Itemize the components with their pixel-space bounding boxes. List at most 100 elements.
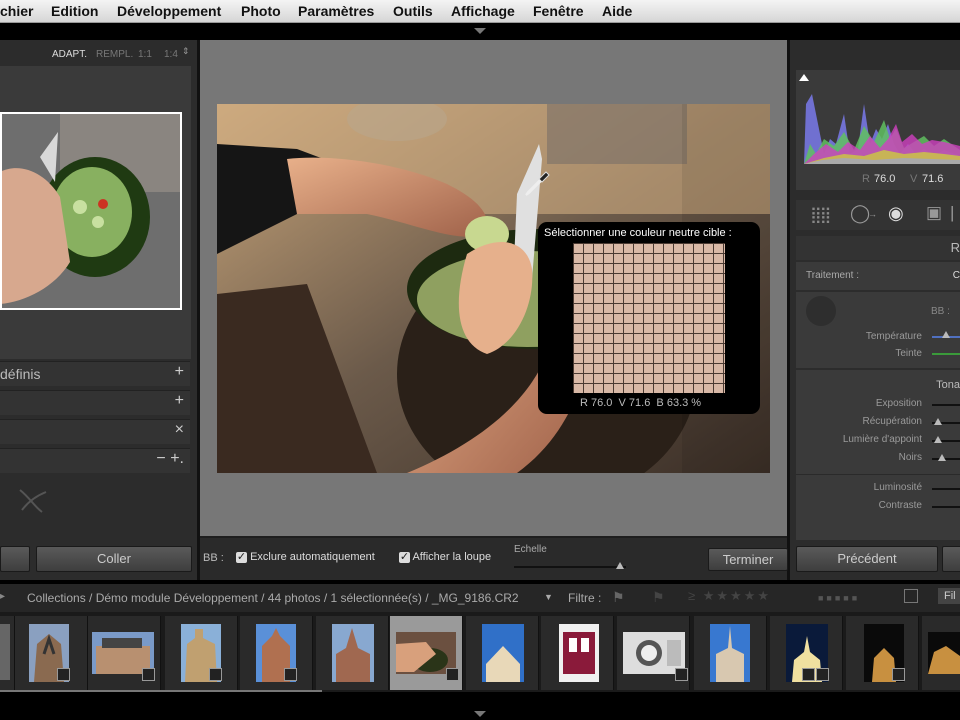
filmstrip-thumbnail[interactable] (770, 616, 843, 690)
treatment-color-option[interactable]: C (953, 270, 960, 281)
recovery-slider-knob[interactable] (934, 418, 942, 425)
menu-settings[interactable]: Paramètres (298, 3, 374, 19)
add-snapshot-icon[interactable]: + (175, 392, 184, 410)
star-rating-filter[interactable]: ≥ ★★★★★ (688, 588, 771, 604)
panel-end-ornament-icon (19, 489, 47, 513)
toolbar: BB : ✓ Exclure automatiquement ✓ Affiche… (200, 538, 788, 580)
filmstrip-thumbnail[interactable] (0, 616, 15, 690)
menu-bar: chier Edition Développement Photo Paramè… (0, 0, 960, 23)
recovery-label: Récupération (862, 416, 922, 427)
temperature-label: Température (865, 331, 922, 342)
blacks-slider-knob[interactable] (938, 454, 946, 461)
crop-tool-icon[interactable]: ⣿⣿ (810, 205, 831, 225)
copy-button[interactable] (0, 546, 30, 572)
filter-toggle-icon[interactable] (904, 589, 918, 603)
wb-eyedropper-icon[interactable] (806, 296, 836, 326)
filmstrip-thumbnail[interactable] (88, 616, 161, 690)
zoom-1-1-option[interactable]: 1:1 (138, 49, 152, 60)
reset-button[interactable] (942, 546, 960, 572)
flag-filter-icon[interactable]: ⚑ (612, 589, 625, 606)
filmstrip-thumbnail[interactable] (316, 616, 389, 690)
thumbnail-image (928, 632, 960, 674)
menu-develop[interactable]: Développement (117, 3, 221, 19)
histogram-v-label: V (910, 173, 918, 185)
brightness-slider[interactable] (932, 488, 960, 490)
filmstrip-thumbnail[interactable] (617, 616, 690, 690)
filmstrip-thumbnail[interactable] (240, 616, 313, 690)
paste-button[interactable]: Coller (36, 546, 192, 572)
fill-light-slider-knob[interactable] (934, 436, 942, 443)
edited-badge-icon (446, 668, 459, 681)
menu-help[interactable]: Aide (602, 3, 632, 19)
collapse-filmstrip-icon[interactable] (474, 711, 486, 717)
contrast-slider[interactable] (932, 506, 960, 508)
wb-label-right: BB : (931, 306, 950, 317)
navigator-preview-image[interactable] (0, 112, 182, 310)
filmstrip-thumbnail[interactable] (466, 616, 539, 690)
neutral-color-loupe: Sélectionner une couleur neutre cible : … (538, 222, 760, 414)
top-panel-toggle-strip (0, 23, 960, 40)
basic-panel-header[interactable]: R (796, 236, 960, 260)
menu-view[interactable]: Affichage (451, 3, 515, 19)
histogram-r-label: R (862, 173, 870, 185)
exposure-slider[interactable] (932, 404, 960, 406)
brightness-label: Luminosité (873, 482, 922, 493)
snapshots-row[interactable]: + (0, 390, 190, 415)
blacks-slider[interactable] (932, 458, 960, 460)
menu-edit[interactable]: Edition (51, 3, 98, 19)
filmstrip-path[interactable]: Collections / Démo module Développement … (27, 591, 519, 605)
filmstrip-thumbnail[interactable] (922, 616, 960, 690)
filmstrip-thumbnail[interactable] (165, 616, 238, 690)
add-preset-icon[interactable]: + (175, 363, 184, 381)
graduated-filter-icon[interactable]: ▣ (926, 203, 942, 223)
histogram-graph (804, 94, 960, 164)
histogram: R 76.0 V 71.6 (796, 70, 960, 190)
filmstrip-nav-arrow-icon[interactable]: ▸ (0, 591, 5, 602)
adjustment-brush-icon[interactable]: | (950, 203, 954, 223)
tint-label: Teinte (895, 348, 922, 359)
menu-photo[interactable]: Photo (241, 3, 281, 19)
tint-slider[interactable] (932, 353, 960, 355)
color-label-filter[interactable]: ■■■■■ (818, 593, 860, 603)
red-eye-icon[interactable]: ◉ (888, 203, 904, 224)
menu-tools[interactable]: Outils (393, 3, 433, 19)
collections-row[interactable]: − +. (0, 448, 190, 473)
filmstrip-thumbnail[interactable] (15, 616, 88, 690)
zoom-fit-option[interactable]: ADAPT. (52, 49, 87, 60)
edited-badge-icon (209, 668, 222, 681)
collapse-top-panel-icon[interactable] (474, 28, 486, 34)
path-dropdown-icon[interactable]: ▼ (544, 592, 553, 602)
zoom-1-4-option[interactable]: 1:4 (164, 49, 178, 60)
flag-reject-icon[interactable]: ⚑ (652, 589, 665, 606)
zoom-options-icon[interactable]: ⇕ (182, 46, 190, 57)
scale-slider-knob[interactable] (616, 562, 624, 569)
presets-label: définis (0, 366, 41, 382)
collections-actions-icon[interactable]: − +. (156, 450, 184, 468)
filmstrip-thumbnail[interactable] (694, 616, 767, 690)
edited-badge-icon (57, 668, 70, 681)
auto-exclude-checkbox[interactable]: ✓ Exclure automatiquement (236, 551, 375, 563)
show-loupe-checkbox[interactable]: ✓ Afficher la loupe (399, 551, 491, 563)
edited-badge-icon (284, 668, 297, 681)
filmstrip-thumbnail[interactable] (541, 616, 614, 690)
auto-exclude-label: Exclure automatiquement (250, 551, 375, 563)
menu-window[interactable]: Fenêtre (533, 3, 584, 19)
basic-panel-title: R (950, 240, 960, 255)
temperature-slider-knob[interactable] (942, 331, 950, 338)
filter-off-button[interactable]: Fil (938, 588, 960, 604)
done-button[interactable]: Terminer (708, 548, 788, 571)
thumbnail-image (482, 624, 524, 682)
clear-history-icon[interactable]: × (175, 421, 184, 439)
zoom-fill-option[interactable]: REMPL. (96, 49, 133, 60)
filmstrip-thumbnail[interactable] (846, 616, 919, 690)
menu-file[interactable]: chier (0, 3, 33, 19)
presets-row[interactable]: définis + (0, 361, 190, 386)
shadow-clipping-icon[interactable] (799, 74, 809, 81)
filmstrip-thumbnail-selected[interactable] (390, 616, 463, 690)
histogram-r-value: 76.0 (874, 173, 896, 185)
history-row[interactable]: × (0, 419, 190, 444)
checkmark-icon: ✓ (399, 550, 410, 563)
previous-button[interactable]: Précédent (796, 546, 938, 572)
white-balance-section: BB : Température Teinte (796, 292, 960, 368)
scale-slider[interactable] (514, 566, 626, 568)
